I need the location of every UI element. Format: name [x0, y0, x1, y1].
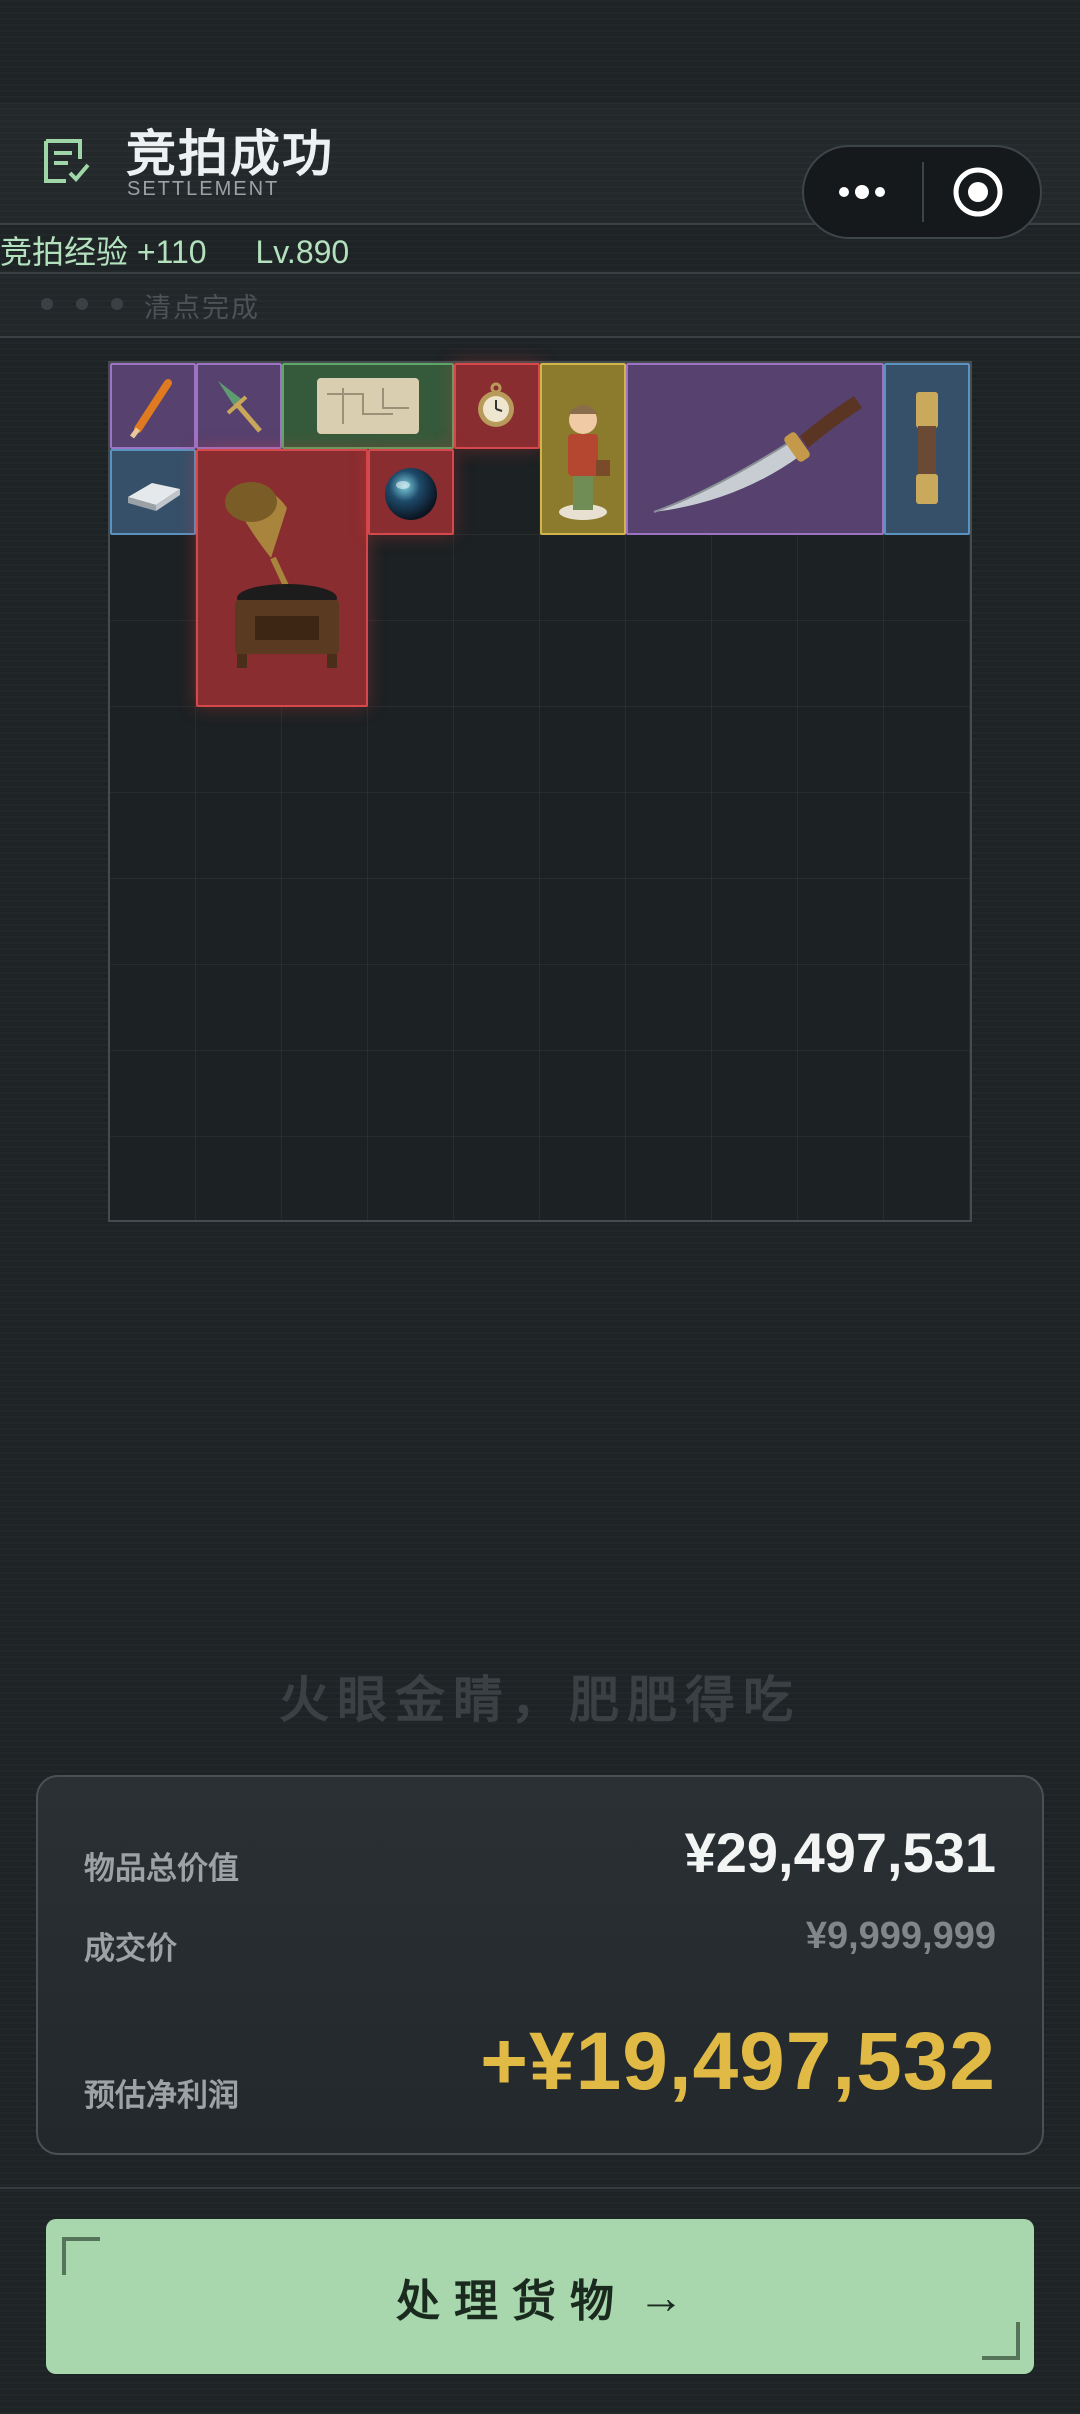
capsule-divider — [922, 162, 924, 222]
more-icon[interactable] — [832, 170, 892, 214]
slogan-text: 火眼金睛，肥肥得吃 — [279, 1672, 801, 1728]
process-goods-label: 处理货物 — [396, 2276, 628, 2326]
ornate-dagger-icon — [218, 381, 262, 433]
pencil-item[interactable] — [110, 363, 196, 449]
pocket-watch-item[interactable] — [454, 363, 540, 449]
old-map-item[interactable] — [282, 363, 454, 449]
glass-orb-icon — [385, 468, 437, 520]
dagger-ornament-item[interactable] — [196, 363, 282, 449]
arrow-right-icon: → — [638, 2270, 684, 2323]
glass-orb-item[interactable] — [368, 449, 454, 535]
gramophone-item[interactable] — [196, 449, 368, 707]
figurine-icon — [559, 405, 610, 520]
deal-price-value: ¥9,999,999 — [805, 1915, 996, 1957]
net-profit-value: +¥19,497,532 — [480, 2016, 996, 2107]
pocket-watch-icon — [478, 382, 514, 427]
spyglass-item[interactable] — [884, 363, 970, 535]
player-level: Lv.890 — [255, 234, 350, 270]
map-icon — [317, 378, 419, 434]
net-profit-label: 预估净利润 — [84, 2078, 239, 2113]
boy-figurine-item[interactable] — [540, 363, 626, 535]
exp-gain: 竞拍经验 +110 — [0, 234, 207, 270]
total-value-label: 物品总价值 — [84, 1851, 239, 1886]
page-subtitle: SETTLEMENT — [127, 178, 280, 200]
corner-bracket-icon — [62, 2237, 100, 2275]
exp-line: 竞拍经验 +110 Lv.890 — [0, 227, 349, 273]
loading-dots-icon — [40, 297, 124, 311]
inventory-grid — [108, 361, 972, 1222]
close-target-icon[interactable] — [952, 166, 1004, 218]
hunting-knife-item[interactable] — [626, 363, 884, 535]
spyglass-icon — [916, 392, 938, 504]
checklist-icon — [40, 135, 92, 187]
deal-price-label: 成交价 — [84, 1931, 177, 1966]
corner-bracket-icon — [982, 2322, 1020, 2360]
process-goods-button[interactable]: 处理货物 → — [46, 2219, 1034, 2374]
pencil-icon — [130, 379, 172, 439]
status-text: 清点完成 — [144, 293, 260, 323]
total-value: ¥29,497,531 — [684, 1821, 996, 1884]
footer-divider — [0, 2187, 1080, 2189]
hunting-knife-icon — [653, 396, 862, 513]
gramophone-icon — [225, 482, 339, 668]
page-title: 竞拍成功 — [126, 126, 334, 182]
silver-ingot-item[interactable] — [110, 449, 196, 535]
silver-ingot-icon — [128, 483, 180, 511]
